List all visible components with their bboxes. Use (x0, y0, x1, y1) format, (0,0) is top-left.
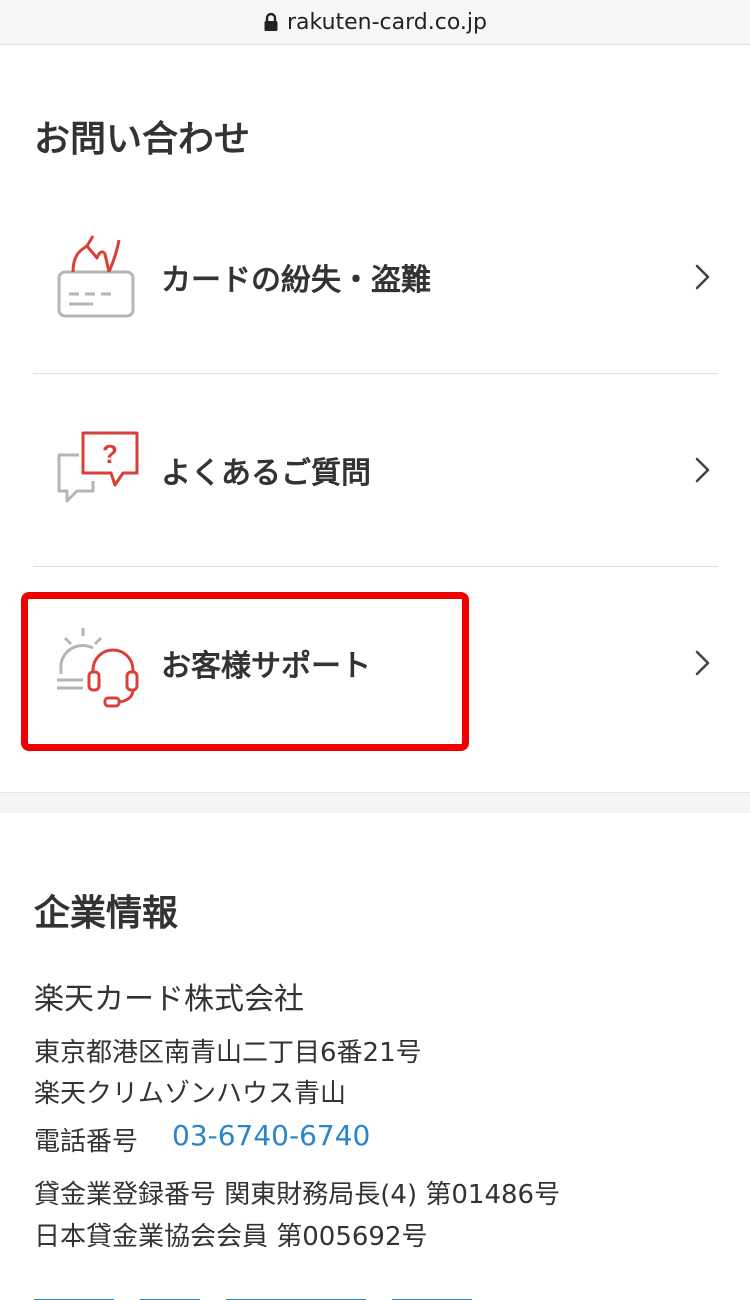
menu-item-faq[interactable]: ? よくあるご質問 (33, 375, 718, 565)
menu-item-lost-card[interactable]: カードの紛失・盗難 (33, 182, 718, 372)
address-bar[interactable]: rakuten-card.co.jp (0, 0, 750, 45)
chevron-right-icon (692, 455, 714, 485)
url-text: rakuten-card.co.jp (286, 9, 487, 35)
company-address-line2: 楽天クリムゾンハウス青山 (34, 1079, 347, 1109)
faq-chat-icon: ? (53, 425, 143, 515)
customer-support-headset-icon (53, 618, 143, 708)
divider (33, 373, 718, 374)
svg-text:?: ? (102, 439, 118, 469)
menu-item-label: カードの紛失・盗難 (161, 263, 431, 298)
company-section-title: 企業情報 (34, 893, 179, 934)
lender-association: 日本貸金業協会会員 第005692号 (34, 1222, 428, 1252)
contact-section-title: お問い合わせ (34, 119, 251, 160)
menu-item-customer-support[interactable]: お客様サポート (33, 568, 718, 758)
company-address-line1: 東京都港区南青山二丁目6番21号 (34, 1038, 422, 1068)
footer-links-cutoff[interactable] (34, 1288, 534, 1300)
phone-label: 電話番号 (34, 1127, 139, 1157)
menu-item-label: よくあるご質問 (161, 456, 371, 491)
lender-registration: 貸金業登録番号 関東財務局長(4) 第01486号 (34, 1180, 561, 1210)
company-name: 楽天カード株式会社 (34, 982, 304, 1017)
chevron-right-icon (692, 262, 714, 292)
lost-card-icon (53, 232, 143, 322)
lock-icon (263, 12, 279, 32)
phone-number-link[interactable]: 03-6740-6740 (172, 1119, 370, 1152)
menu-item-label: お客様サポート (161, 649, 371, 684)
chevron-right-icon (692, 648, 714, 678)
section-separator (0, 792, 750, 813)
divider (33, 566, 718, 567)
